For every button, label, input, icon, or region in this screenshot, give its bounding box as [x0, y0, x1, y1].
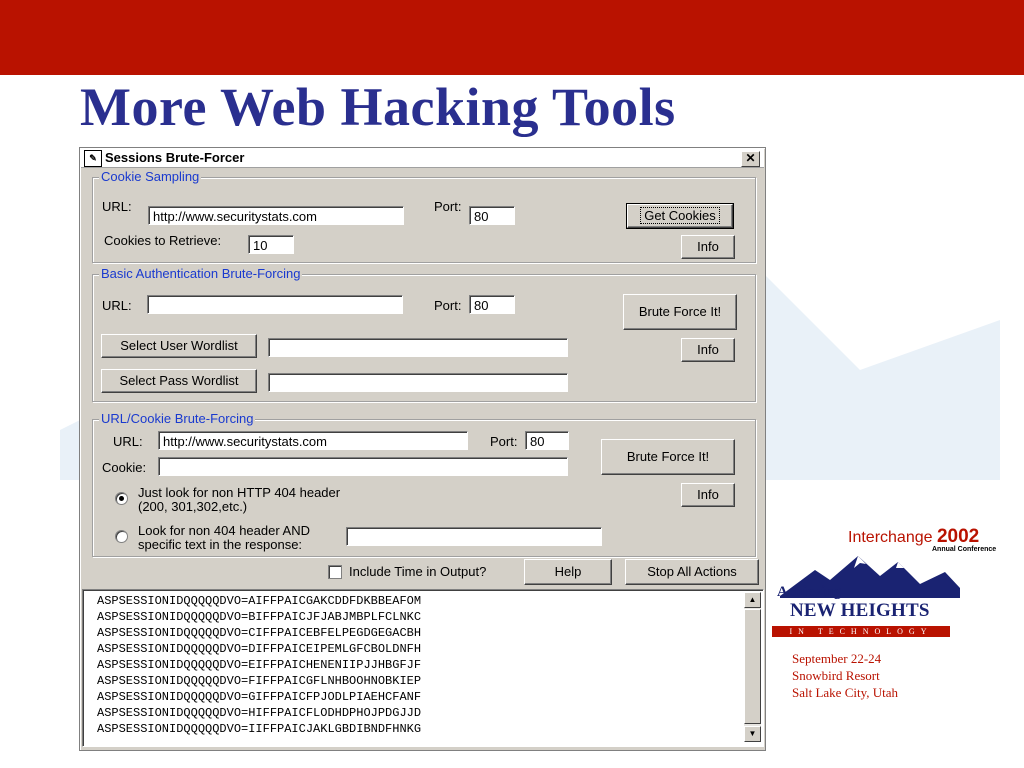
- output-listbox[interactable]: ASPSESSIONIDQQQQQDVO=AIFFPAICGAKCDDFDKBB…: [82, 589, 764, 747]
- get-cookies-button[interactable]: Get Cookies: [626, 203, 734, 229]
- include-time-checkbox[interactable]: [328, 565, 342, 579]
- basic-auth-legend: Basic Authentication Brute-Forcing: [99, 266, 303, 281]
- radio-non-404-text-label-2: specific text in the response:: [138, 537, 303, 552]
- cookie-sampling-legend: Cookie Sampling: [99, 169, 202, 184]
- response-text-input[interactable]: [346, 527, 602, 546]
- output-line: ASPSESSIONIDQQQQQDVO=GIFFPAICFPJODLPIAEH…: [97, 690, 422, 704]
- scroll-up-arrow-icon[interactable]: ▲: [744, 592, 761, 608]
- stop-all-actions-button[interactable]: Stop All Actions: [625, 559, 759, 585]
- output-line: ASPSESSIONIDQQQQQDVO=FIFFPAICGFLNHBOOHNO…: [97, 674, 422, 688]
- urlcookie-url-input[interactable]: http://www.securitystats.com: [158, 431, 468, 450]
- cookies-to-retrieve-input[interactable]: 10: [248, 235, 294, 254]
- cookie-info-button[interactable]: Info: [681, 235, 735, 259]
- window-titlebar: ✎ Sessions Brute-Forcer ✕: [81, 149, 764, 168]
- get-cookies-label: Get Cookies: [640, 207, 720, 224]
- select-pass-wordlist-button[interactable]: Select Pass Wordlist: [101, 369, 257, 393]
- basic-url-input[interactable]: [147, 295, 403, 314]
- logo-year: 2002: [936, 526, 980, 547]
- close-button[interactable]: ✕: [741, 151, 760, 167]
- basic-info-button[interactable]: Info: [681, 338, 735, 362]
- window-title: Sessions Brute-Forcer: [105, 150, 245, 165]
- scroll-thumb[interactable]: [744, 609, 761, 724]
- pass-wordlist-input[interactable]: [268, 373, 568, 392]
- header-bar: [0, 0, 1024, 75]
- cookie-port-label: Port:: [434, 199, 462, 214]
- output-line: ASPSESSIONIDQQQQQDVO=AIFFPAICGAKCDDFDKBB…: [97, 594, 422, 608]
- select-user-wordlist-button[interactable]: Select User Wordlist: [101, 334, 257, 358]
- radio-non-404-label-2: (200, 301,302,etc.): [138, 499, 248, 514]
- sessions-brute-forcer-window: ✎ Sessions Brute-Forcer ✕ Cookie Samplin…: [79, 147, 766, 751]
- url-cookie-legend: URL/Cookie Brute-Forcing: [99, 411, 256, 426]
- logo-interchange-text: Interchange: [848, 529, 933, 546]
- urlcookie-info-button[interactable]: Info: [681, 483, 735, 507]
- radio-non-404-label-1: Just look for non HTTP 404 header: [138, 485, 341, 500]
- slide-title: More Web Hacking Tools: [80, 77, 676, 137]
- cookie-input[interactable]: [158, 457, 568, 476]
- output-scrollbar[interactable]: ▲ ▼: [744, 592, 761, 742]
- help-button[interactable]: Help: [524, 559, 612, 585]
- basic-auth-group: Basic Authentication Brute-Forcing URL: …: [92, 266, 756, 402]
- basic-url-label: URL:: [102, 298, 132, 313]
- cookie-url-input[interactable]: http://www.securitystats.com: [148, 206, 404, 225]
- cookie-port-input[interactable]: 80: [469, 206, 515, 225]
- output-line: ASPSESSIONIDQQQQQDVO=CIFFPAICEBFELPEGDGE…: [97, 626, 422, 640]
- logo-event-info: September 22-24 Snowbird Resort Salt Lak…: [792, 650, 898, 701]
- basic-port-input[interactable]: 80: [469, 295, 515, 314]
- output-line: ASPSESSIONIDQQQQQDVO=DIFFPAICEIPEMLGFCBO…: [97, 642, 422, 656]
- cookie-label: Cookie:: [102, 460, 147, 475]
- output-line: ASPSESSIONIDQQQQQDVO=HIFFPAICFLODHDPHOJP…: [97, 706, 422, 720]
- output-line: ASPSESSIONIDQQQQQDVO=EIFFPAICHENENIIPJJH…: [97, 658, 422, 672]
- user-wordlist-input[interactable]: [268, 338, 568, 357]
- logo-city: Salt Lake City, Utah: [792, 685, 899, 700]
- logo-interchange: Interchange 2002: [848, 526, 979, 548]
- conference-logo: Interchange 2002 Annual Conference Achie…: [770, 520, 1010, 710]
- radio-non-404-text-label-1: Look for non 404 header AND: [138, 523, 311, 538]
- cookie-url-label: URL:: [102, 199, 132, 214]
- scroll-down-arrow-icon[interactable]: ▼: [744, 726, 761, 742]
- radio-non-404[interactable]: [115, 492, 128, 505]
- output-lines: ASPSESSIONIDQQQQQDVO=AIFFPAICGAKCDDFDKBB…: [97, 593, 421, 737]
- cookie-sampling-group: Cookie Sampling URL: http://www.security…: [92, 169, 756, 263]
- output-line: ASPSESSIONIDQQQQQDVO=IIFFPAICJAKLGBDIBND…: [97, 722, 422, 736]
- output-line: ASPSESSIONIDQQQQQDVO=BIFFPAICJFJABJMBPLF…: [97, 610, 422, 624]
- logo-in-technology: IN TECHNOLOGY: [772, 626, 950, 637]
- logo-achieving: Achieving: [777, 584, 842, 600]
- basic-brute-force-button[interactable]: Brute Force It!: [623, 294, 737, 330]
- urlcookie-port-label: Port:: [490, 434, 518, 449]
- logo-dates: September 22-24: [792, 651, 882, 666]
- basic-port-label: Port:: [434, 298, 462, 313]
- logo-venue: Snowbird Resort: [792, 668, 880, 683]
- urlcookie-brute-force-button[interactable]: Brute Force It!: [601, 439, 735, 475]
- logo-new-heights: NEW HEIGHTS: [790, 600, 930, 621]
- radio-non-404-text[interactable]: [115, 530, 128, 543]
- urlcookie-port-input[interactable]: 80: [525, 431, 569, 450]
- url-cookie-group: URL/Cookie Brute-Forcing URL: http://www…: [92, 411, 756, 557]
- app-icon: ✎: [84, 150, 102, 167]
- include-time-label: Include Time in Output?: [349, 564, 487, 579]
- cookies-to-retrieve-label: Cookies to Retrieve:: [104, 233, 222, 248]
- urlcookie-url-label: URL:: [113, 434, 143, 449]
